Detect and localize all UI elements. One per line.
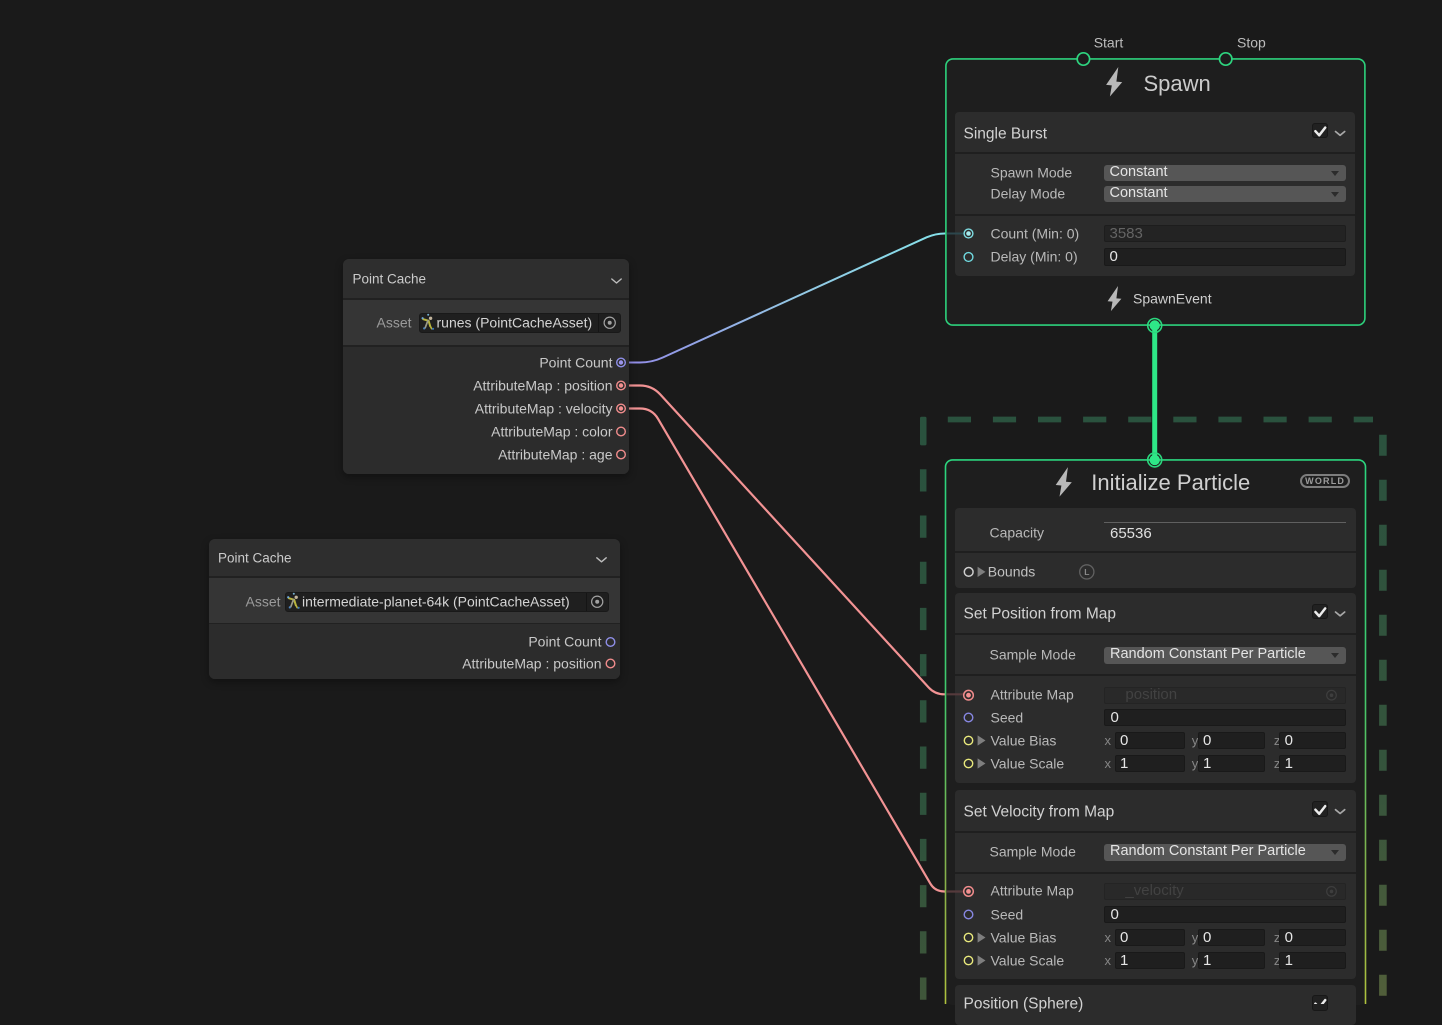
svg-text:L: L [1084, 567, 1089, 577]
